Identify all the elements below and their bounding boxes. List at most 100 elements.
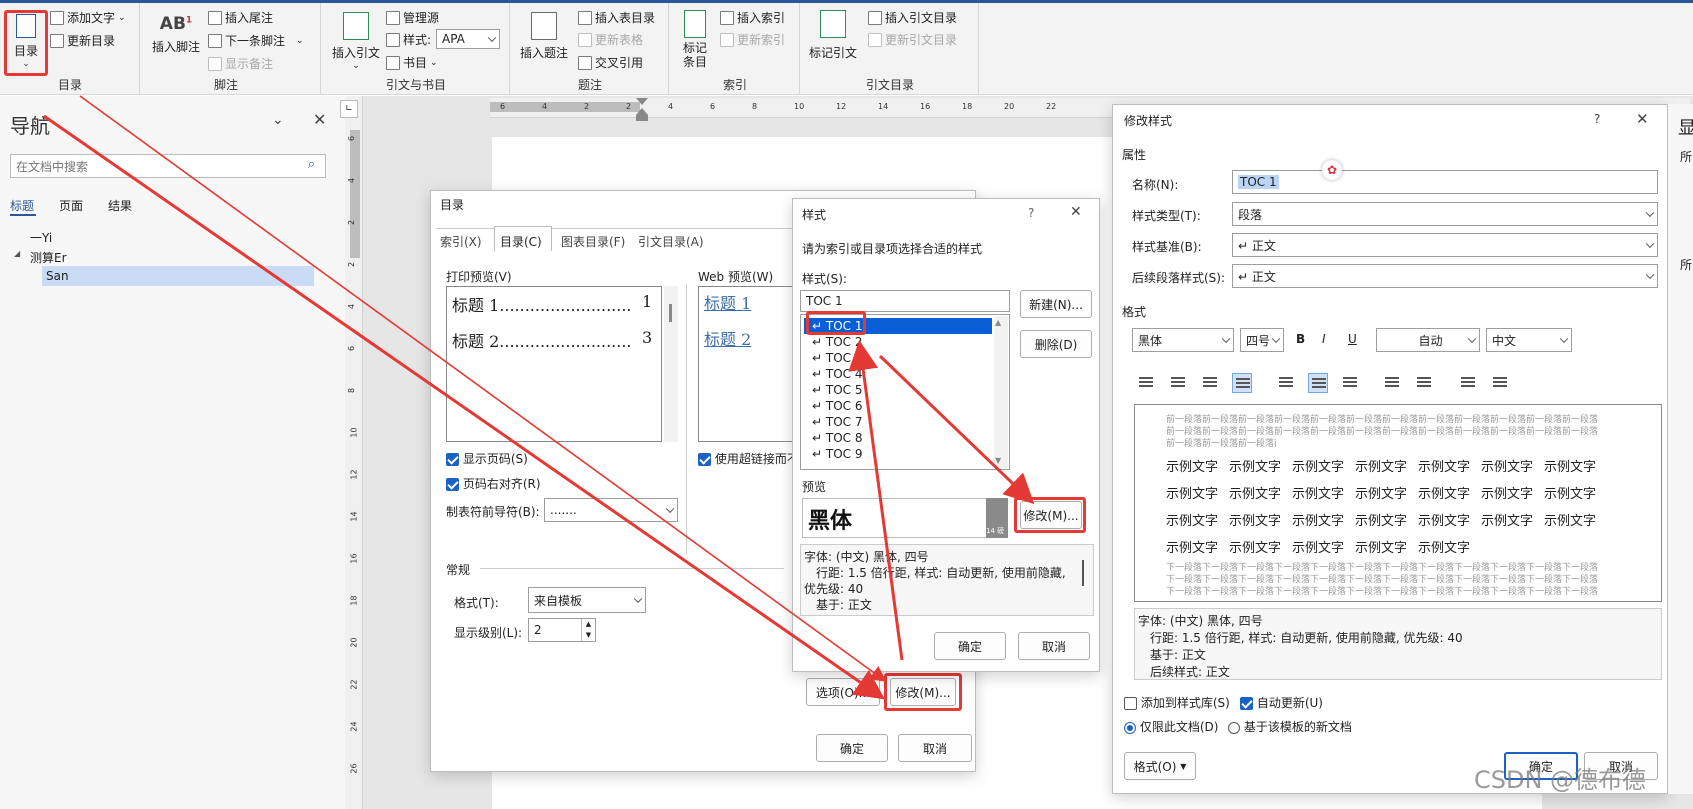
insert-toa-button[interactable]: 插入引文目录	[868, 9, 957, 26]
tab-leader-dropdown[interactable]: .......	[544, 498, 678, 522]
one-half-spacing-icon[interactable]	[1308, 373, 1328, 393]
single-spacing-icon[interactable]	[1276, 373, 1296, 393]
right-align-checkbox[interactable]: 页码右对齐(R)	[446, 475, 541, 492]
decrease-spacing-icon[interactable]	[1414, 373, 1434, 393]
language-dropdown[interactable]: 中文	[1486, 328, 1572, 352]
font-dropdown[interactable]: 黑体	[1132, 328, 1234, 352]
style-list-item[interactable]: ↵ TOC 8	[804, 430, 992, 446]
increase-indent-icon[interactable]	[1490, 373, 1510, 393]
delete-style-button[interactable]: 删除(D)	[1020, 330, 1092, 358]
insert-endnote-button[interactable]: 插入尾注	[208, 9, 273, 26]
tab-table-of-authorities[interactable]: 引文目录(A)	[638, 233, 704, 250]
use-hyperlinks-checkbox[interactable]: 使用超链接而不	[698, 450, 799, 467]
toc-cancel-button[interactable]: 取消	[898, 734, 972, 762]
insert-caption-button[interactable]: 插入题注	[516, 12, 572, 61]
bold-button[interactable]: B	[1296, 332, 1305, 346]
following-style-dropdown[interactable]: ↵ 正文	[1232, 264, 1658, 288]
nav-selected-item[interactable]	[42, 266, 314, 286]
levels-spinner[interactable]: 2 ▲ ▼	[528, 618, 596, 642]
next-footnote-button[interactable]: 下一条脚注 ⌄	[208, 32, 304, 49]
auto-update-checkbox[interactable]: 自动更新(U)	[1240, 694, 1323, 711]
spinner-arrows-icon[interactable]: ▲ ▼	[581, 619, 595, 641]
toc-modify-button[interactable]: 修改(M)...	[890, 678, 956, 706]
citation-style-dropdown[interactable]: APA	[436, 29, 500, 49]
double-spacing-icon[interactable]	[1340, 373, 1360, 393]
increase-spacing-icon[interactable]	[1382, 373, 1402, 393]
show-notes-button[interactable]: 显示备注	[208, 55, 273, 72]
insert-index-button[interactable]: 插入索引	[720, 9, 785, 26]
styles-list-scrollbar[interactable]	[994, 316, 1008, 468]
nav-heading-item[interactable]: 一Yi	[30, 229, 52, 246]
style-type-dropdown[interactable]: 段落	[1232, 202, 1658, 226]
nav-heading-item[interactable]: 测算Er	[30, 249, 67, 266]
style-ok-button[interactable]: 确定	[934, 632, 1006, 660]
update-toc-button[interactable]: 更新目录	[50, 32, 115, 49]
new-documents-radio[interactable]: 基于该模板的新文档	[1228, 718, 1352, 735]
nav-options-icon[interactable]: ⌄	[272, 112, 284, 128]
style-list-item[interactable]: ↵ TOC 6	[804, 398, 992, 414]
style-list-item[interactable]: ↵ TOC 3	[804, 350, 992, 366]
mark-citation-button[interactable]: 标记引文	[806, 10, 860, 61]
new-style-button[interactable]: 新建(N)...	[1020, 290, 1092, 318]
scroll-up-icon[interactable]: ▲	[995, 318, 1001, 327]
nav-tab-results[interactable]: 结果	[108, 197, 132, 214]
insert-footnote-button[interactable]: AB1 插入脚注	[148, 14, 204, 55]
search-icon[interactable]: ⌕	[308, 157, 315, 172]
format-dropdown[interactable]: 来自模板	[528, 587, 646, 613]
underline-button[interactable]: U	[1348, 332, 1357, 346]
align-right-icon[interactable]	[1200, 373, 1220, 393]
decrease-indent-icon[interactable]	[1458, 373, 1478, 393]
update-index-button[interactable]: 更新索引	[720, 31, 785, 48]
nav-search-input[interactable]: 在文档中搜索 ⌕	[10, 154, 326, 178]
align-left-icon[interactable]	[1136, 373, 1156, 393]
nav-tab-headings[interactable]: 标题	[10, 197, 34, 214]
style-list-item[interactable]: ↵ TOC 7	[804, 414, 992, 430]
style-name-input[interactable]: TOC 1	[800, 290, 1010, 312]
style-list-item[interactable]: ↵ TOC 2	[804, 334, 992, 350]
copilot-icon[interactable]: ✿	[1322, 160, 1342, 180]
indent-marker[interactable]	[636, 98, 648, 124]
style-list-item[interactable]: ↵ TOC 9	[804, 446, 992, 462]
tab-table-of-figures[interactable]: 图表目录(F)	[561, 233, 625, 250]
help-icon[interactable]: ?	[1028, 206, 1034, 220]
scroll-down-icon[interactable]: ▼	[995, 456, 1001, 465]
show-page-numbers-checkbox[interactable]: 显示页码(S)	[446, 450, 528, 467]
justify-icon[interactable]	[1232, 373, 1252, 393]
tab-toc[interactable]: 目录(C)	[500, 233, 542, 250]
update-toa-button[interactable]: 更新引文目录	[868, 31, 957, 48]
web-preview-link[interactable]: 标题 1	[704, 290, 751, 314]
add-text-button[interactable]: 添加文字 ⌄	[50, 9, 126, 26]
options-button[interactable]: 选项(O)...	[806, 678, 880, 706]
style-modify-button[interactable]: 修改(M)...	[1020, 501, 1082, 529]
tab-selector[interactable]: ∟	[340, 100, 358, 118]
italic-button[interactable]: I	[1322, 332, 1326, 346]
help-icon[interactable]: ?	[1594, 112, 1600, 126]
style-list-item[interactable]: ↵ TOC 5	[804, 382, 992, 398]
align-center-icon[interactable]	[1168, 373, 1188, 393]
toc-button[interactable]: 目录 ⌄	[8, 14, 44, 69]
toc-ok-button[interactable]: 确定	[816, 734, 888, 762]
based-on-dropdown[interactable]: ↵ 正文	[1232, 233, 1658, 257]
close-icon[interactable]: ✕	[313, 110, 326, 129]
insert-citation-button[interactable]: 插入引文 ⌄	[328, 12, 384, 71]
mark-entry-button[interactable]: 标记 条目	[674, 10, 716, 69]
format-menu-button[interactable]: 格式(O) ▼	[1124, 752, 1196, 780]
description-scrollbar[interactable]	[1082, 560, 1084, 586]
style-cancel-button[interactable]: 取消	[1018, 632, 1090, 660]
tab-index[interactable]: 索引(X)	[440, 233, 482, 250]
scroll-thumb[interactable]	[669, 304, 672, 322]
update-table-button[interactable]: 更新表格	[578, 31, 643, 48]
add-to-gallery-checkbox[interactable]: 添加到样式库(S)	[1124, 694, 1230, 711]
insert-table-of-figures-button[interactable]: 插入表目录	[578, 9, 655, 26]
only-this-document-radio[interactable]: 仅限此文档(D)	[1124, 718, 1218, 735]
nav-tab-pages[interactable]: 页面	[59, 197, 83, 214]
close-icon[interactable]: ✕	[1636, 110, 1649, 128]
nav-heading-item[interactable]: San	[46, 269, 69, 283]
font-color-dropdown[interactable]: 自动	[1376, 328, 1480, 352]
web-preview-link[interactable]: 标题 2	[704, 326, 751, 350]
manage-sources-button[interactable]: 管理源	[386, 9, 439, 26]
cross-reference-button[interactable]: 交叉引用	[578, 54, 643, 71]
close-icon[interactable]: ✕	[1070, 204, 1082, 220]
font-size-dropdown[interactable]: 四号	[1240, 328, 1284, 352]
style-list-item[interactable]: ↵ TOC 4	[804, 366, 992, 382]
